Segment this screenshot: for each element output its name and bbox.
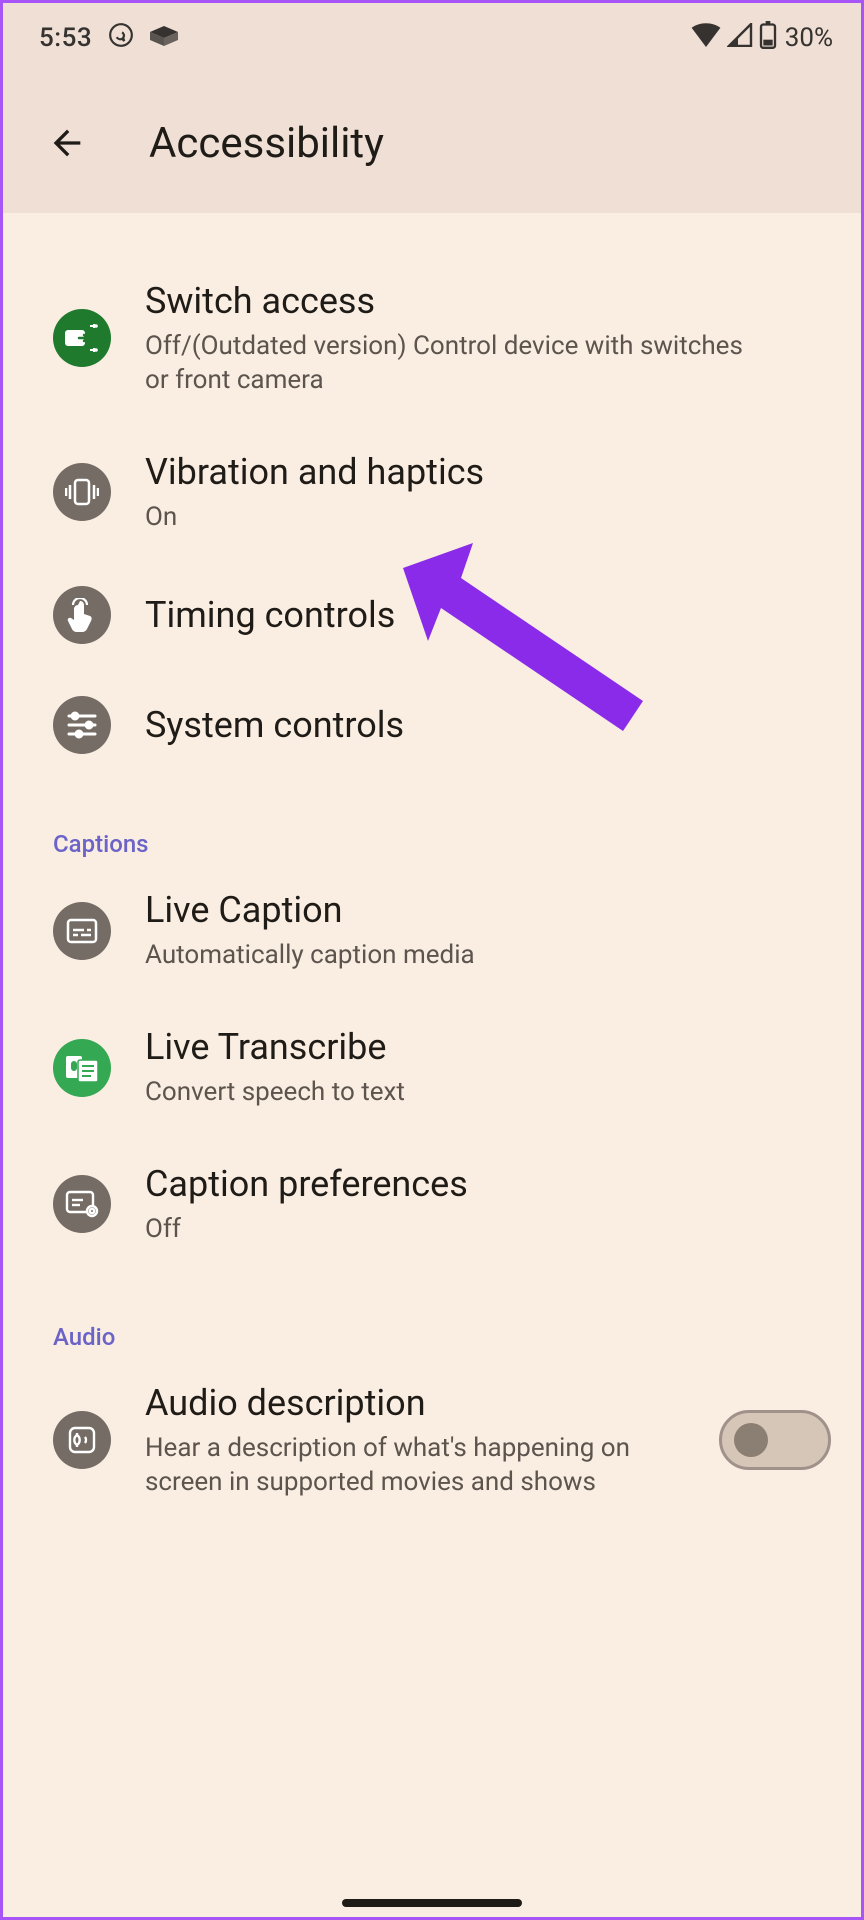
tune-icon (53, 696, 111, 754)
row-subtitle: Off (145, 1213, 745, 1247)
row-subtitle: Hear a description of what's happening o… (145, 1432, 685, 1500)
row-switch-access[interactable]: Switch access Off/(Outdated version) Con… (3, 253, 861, 424)
row-subtitle: Automatically caption media (145, 939, 745, 973)
row-title: Switch access (145, 279, 831, 324)
row-caption-preferences[interactable]: Caption preferences Off (3, 1136, 861, 1273)
row-title: Live Caption (145, 888, 831, 933)
arrow-back-icon (47, 123, 87, 163)
row-subtitle: Off/(Outdated version) Control device wi… (145, 330, 745, 398)
row-system-controls[interactable]: System controls (3, 670, 861, 780)
whatsapp-icon (108, 22, 134, 55)
signal-icon (727, 23, 753, 54)
status-time: 5:53 (39, 23, 92, 53)
row-title: Vibration and haptics (145, 450, 831, 495)
wifi-icon (691, 23, 721, 54)
audio-description-icon (53, 1411, 111, 1469)
status-bar: 5:53 30% (3, 3, 861, 73)
battery-percent: 30% (785, 23, 833, 53)
toggle-knob (734, 1423, 768, 1457)
audio-description-toggle[interactable] (719, 1410, 831, 1470)
row-title: Live Transcribe (145, 1025, 831, 1070)
nav-handle[interactable] (342, 1899, 522, 1907)
row-audio-description[interactable]: Audio description Hear a description of … (3, 1355, 861, 1526)
row-title: Audio description (145, 1381, 685, 1426)
back-button[interactable] (43, 119, 91, 167)
settings-list[interactable]: Switch access Off/(Outdated version) Con… (3, 213, 861, 1565)
switch-access-icon (53, 309, 111, 367)
caption-settings-icon (53, 1175, 111, 1233)
battery-icon (759, 21, 777, 56)
caption-icon (53, 902, 111, 960)
status-left: 5:53 (39, 22, 178, 55)
touch-icon (53, 586, 111, 644)
app-header: Accessibility (3, 73, 861, 213)
row-subtitle: On (145, 501, 745, 535)
row-title: Timing controls (145, 593, 831, 638)
row-title: Caption preferences (145, 1162, 831, 1207)
vibration-icon (53, 463, 111, 521)
row-live-caption[interactable]: Live Caption Automatically caption media (3, 862, 861, 999)
section-audio: Audio (3, 1273, 861, 1355)
row-timing-controls[interactable]: Timing controls (3, 560, 861, 670)
status-right: 30% (691, 21, 833, 56)
section-captions: Captions (3, 780, 861, 862)
row-live-transcribe[interactable]: Live Transcribe Convert speech to text (3, 999, 861, 1136)
package-icon (150, 23, 178, 53)
page-title: Accessibility (149, 119, 384, 168)
transcribe-icon (53, 1039, 111, 1097)
row-vibration-haptics[interactable]: Vibration and haptics On (3, 424, 861, 561)
row-subtitle: Convert speech to text (145, 1076, 745, 1110)
row-title: System controls (145, 703, 831, 748)
